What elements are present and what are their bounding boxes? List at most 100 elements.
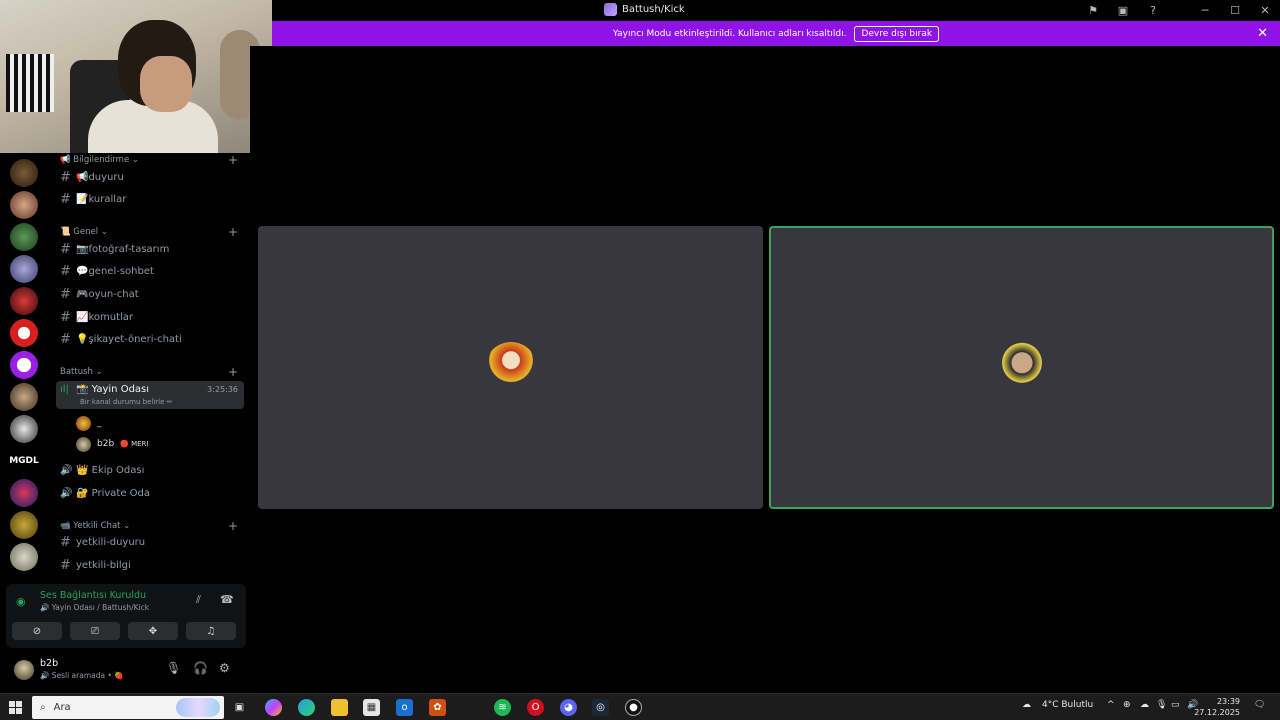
voice-member[interactable]: _ [76,414,102,432]
network-icon[interactable]: ▭ [1171,700,1180,710]
voice-location[interactable]: 🔊 Yayin Odası / Battush/Kick [40,603,149,612]
server-icon-kick[interactable] [10,351,38,379]
soundboard-button[interactable]: ♫ [186,622,236,640]
disconnect-icon[interactable]: ☎ [220,593,234,606]
headphones-icon[interactable]: 🎧 [193,661,208,675]
signal-icon[interactable]: ◉ [16,595,26,608]
close-window-button[interactable]: ✕ [1250,0,1280,21]
taskbar-search[interactable]: ⌕ Ara [32,696,224,719]
opera-icon[interactable]: O [527,699,544,716]
wall-poster [6,54,54,112]
windows-taskbar: ⌕ Ara ▣ ▦ o ✿ ≋ O ◕ ◎ ● ☁ 4°C Bulutlu ^ … [0,693,1280,720]
clock[interactable]: 23:39 27.12.2025 [1194,696,1240,718]
add-channel-icon[interactable]: + [228,153,238,167]
user-name[interactable]: b2b [40,658,58,669]
voice-channel-yayin-odasi[interactable]: ıl| 📸 Yayin Odası 3:25:36 Bir kanal duru… [56,381,244,409]
server-icon-6[interactable] [10,319,38,347]
add-channel-icon[interactable]: + [228,519,238,533]
text-channel-icon: # [60,310,71,325]
text-channel-icon: # [60,242,71,257]
discord-icon[interactable]: ◕ [560,699,577,716]
tray-cloud-icon[interactable]: ☁ [1140,700,1149,710]
channel-label: 💡şikayet-öneri-chati [76,334,182,345]
server-icon-5[interactable] [10,287,38,315]
voice-status[interactable]: Ses Bağlantısı Kuruldu [40,590,146,601]
channel-komutlar[interactable]: # 📈komutlar [56,307,244,328]
tray-app-icon[interactable]: ⊕ [1123,700,1131,710]
channel-oyun-chat[interactable]: # 🎮oyun-chat [56,284,244,305]
channel-genel-sohbet[interactable]: # 💬genel-sohbet [56,261,244,282]
noise-suppression-icon[interactable]: ⫽ [196,593,201,607]
file-explorer-icon[interactable] [331,699,348,716]
tray-chevron-icon[interactable]: ^ [1107,700,1115,710]
notification-icon[interactable]: 🗨 [1254,700,1265,710]
add-channel-icon[interactable]: + [228,225,238,239]
server-icon-13[interactable] [10,543,38,571]
banner-message: Yayıncı Modu etkinleştirildi. Kullanıcı … [612,28,847,39]
store-icon[interactable]: ▦ [363,699,380,716]
start-button[interactable] [9,701,22,714]
text-channel-icon: # [60,535,71,550]
banner-close-icon[interactable]: ✕ [1257,26,1268,41]
tray-mic-icon[interactable]: 🎙 [1156,700,1167,710]
steam-icon[interactable]: ◎ [592,699,609,716]
server-icon-12[interactable] [10,511,38,539]
server-icon-2[interactable] [10,191,38,219]
copilot-icon[interactable] [265,699,282,716]
channel-timer: 3:25:36 [207,385,238,394]
member-name: _ [97,418,102,428]
channel-status-text[interactable]: Bir kanal durumu belirle ✏ [80,398,173,406]
settings-gear-icon[interactable]: ⚙ [219,661,230,675]
category-yetkili-chat[interactable]: 📹 Yetkili Chat ⌄ + [60,519,240,533]
screen-share-button[interactable]: ⎚ [70,622,120,640]
camera-off-icon: ⊘ [32,625,42,637]
voice-channel-private-oda[interactable]: 🔊 🔐 Private Oda [56,483,244,504]
voice-channel-ekip-odasi[interactable]: 🔊 👑 Ekip Odası [56,460,244,481]
add-channel-icon[interactable]: + [228,365,238,379]
server-icon-mgdl[interactable]: MGDL [9,447,39,475]
outlook-icon[interactable]: o [396,699,413,716]
channel-kurallar[interactable]: # 📝kurallar [56,189,244,210]
channel-yetkili-bilgi[interactable]: # yetkili-bilgi [56,555,244,576]
channel-label: 👑 Ekip Odası [76,465,145,476]
category-bilgilendirme[interactable]: 📢 Bilgilendirme ⌄ + [60,153,240,167]
participant-avatar [995,341,1048,394]
app-icon-orange[interactable]: ✿ [429,699,446,716]
avatar[interactable] [14,660,34,680]
weather-text[interactable]: 4°C Bulutlu [1042,700,1093,710]
channel-duyuru[interactable]: # 📢duyuru [56,167,244,188]
channel-list: 📢 Bilgilendirme ⌄ + # 📢duyuru # 📝kuralla… [48,153,250,583]
minimize-button[interactable]: ─ [1190,0,1220,21]
channel-yetkili-duyuru[interactable]: # yetkili-duyuru [56,532,244,553]
edge-icon[interactable] [298,699,315,716]
participant-tile[interactable] [258,226,763,509]
camera-button[interactable]: ⊘ [12,622,62,640]
server-icon-8[interactable] [10,383,38,411]
server-icon-9[interactable] [10,415,38,443]
server-icon-11[interactable] [10,479,38,507]
inbox-icon[interactable]: ⚑ [1078,0,1108,21]
channel-sikayet-oneri[interactable]: # 💡şikayet-öneri-chati [56,329,244,350]
window-title: Battush/Kick [604,3,685,16]
channel-label: 📈komutlar [76,312,134,323]
server-icon-4[interactable] [10,255,38,283]
microphone-icon[interactable]: 🎙 [166,661,181,675]
disable-streamer-mode-button[interactable]: Devre dışı bırak [854,25,940,42]
task-view-icon[interactable]: ▣ [231,699,248,716]
window-titlebar: Battush/Kick ⚑ ▣ ? ─ ☐ ✕ [272,0,1280,21]
help-icon[interactable]: ? [1138,0,1168,21]
maximize-button[interactable]: ☐ [1220,0,1250,21]
activities-button[interactable]: ✥ [128,622,178,640]
participant-tile-speaking[interactable] [769,226,1274,509]
spotify-icon[interactable]: ≋ [494,699,511,716]
category-genel[interactable]: 📜 Genel ⌄ + [60,225,240,239]
screen-share-icon[interactable]: ▣ [1108,0,1138,21]
voice-member[interactable]: b2b 🔴 MERI [76,435,149,453]
avatar [76,415,91,431]
server-icon-1[interactable] [10,159,38,187]
server-icon-3[interactable] [10,223,38,251]
weather-icon[interactable]: ☁ [1022,700,1031,710]
obs-icon[interactable]: ● [625,699,642,716]
category-battush[interactable]: Battush ⌄ + [60,365,240,379]
channel-fotograf-tasarim[interactable]: # 📷fotoğraf-tasarım [56,239,244,260]
